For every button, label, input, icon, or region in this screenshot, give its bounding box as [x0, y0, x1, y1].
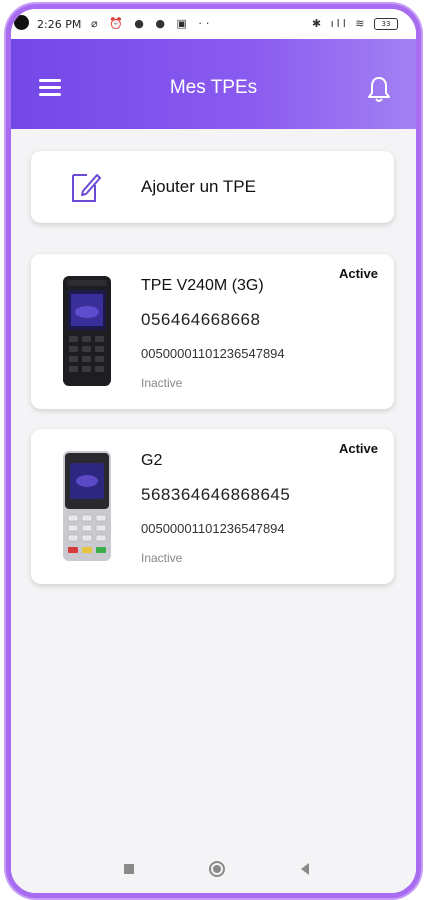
tpe-serial-number: 056464668668 — [141, 310, 261, 329]
notification-icons: ⌀ ⏰ ● ● ▣ ·· — [91, 17, 214, 30]
back-icon[interactable] — [295, 859, 315, 879]
phone-frame: 2:26 PM ⌀ ⏰ ● ● ▣ ·· ✱ ıll ≋ 33 Mes TPEs… — [6, 4, 421, 898]
home-icon[interactable] — [207, 859, 227, 879]
app-bar: Mes TPEs — [11, 39, 416, 129]
edit-icon — [72, 174, 101, 202]
tpe-status: Inactive — [141, 376, 183, 390]
payment-terminal-image — [63, 276, 111, 386]
tpe-name: TPE V240M (3G) — [141, 277, 264, 294]
battery-icon: 33 — [374, 18, 398, 30]
system-navigation-bar — [11, 845, 416, 893]
tpe-code: 0050000110123654789​4 — [141, 346, 285, 361]
status-time: 2:26 PM — [37, 18, 82, 31]
camera-cutout — [14, 15, 29, 30]
tpe-serial-number: 568364646868645 — [141, 485, 291, 504]
status-bar: 2:26 PM ⌀ ⏰ ● ● ▣ ·· ✱ ıll ≋ 33 — [11, 9, 416, 39]
connectivity-icons: ✱ ıll ≋ — [311, 17, 368, 30]
tpe-active-badge: Active — [338, 266, 378, 281]
tpe-status: Inactive — [141, 551, 183, 565]
bell-icon[interactable] — [366, 75, 392, 103]
tpe-code: 0050000110123654789​4 — [141, 521, 285, 536]
payment-terminal-image — [63, 451, 111, 561]
tpe-name: G2 — [141, 452, 163, 469]
tpe-card[interactable]: G2 568364646868645 0050000110123654789​4… — [31, 429, 394, 584]
tpe-card[interactable]: TPE V240M (3G) 056464668668 005000011012… — [31, 254, 394, 409]
tpe-active-badge: Active — [338, 441, 378, 456]
recent-apps-icon[interactable] — [119, 859, 139, 879]
add-tpe-label: Ajouter un TPE — [141, 177, 256, 196]
system-icons: ✱ ıll ≋ 33 — [312, 17, 398, 30]
add-tpe-button[interactable]: Ajouter un TPE — [31, 151, 394, 223]
page-title: Mes TPEs — [169, 77, 258, 98]
